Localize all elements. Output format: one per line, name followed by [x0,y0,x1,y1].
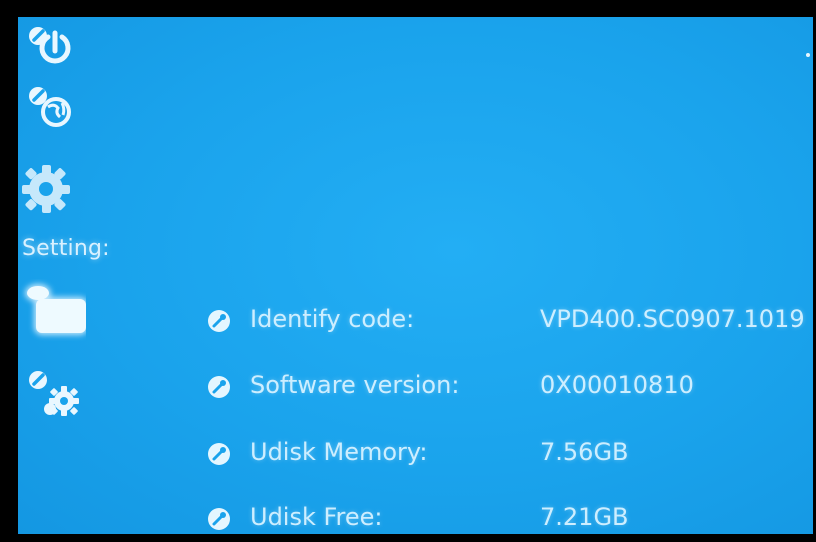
wrench-bullet-icon [208,443,230,465]
tools-gear-icon[interactable] [20,363,86,423]
info-row-identify-code: Identify code: VPD400.SC0907.1019 [204,301,813,341]
wrench-bullet-icon [208,310,230,332]
udisk-free-value: 7.21GB [540,503,629,531]
globe-icon[interactable] [20,81,86,141]
wrench-bullet-icon [208,508,230,530]
software-version-value: 0X00010810 [540,371,694,399]
power-icon[interactable] [20,21,86,81]
wrench-bullet-icon [208,376,230,398]
software-version-label: Software version: [250,371,460,399]
info-row-udisk-memory: Udisk Memory: 7.56GB [204,434,813,474]
info-row-udisk-free: Udisk Free: 7.21GB [204,499,813,534]
info-row-software-version: Software version: 0X00010810 [204,367,813,407]
gear-icon[interactable] [20,157,86,217]
udisk-memory-value: 7.56GB [540,438,629,466]
storage-icon[interactable] [20,279,86,345]
udisk-free-label: Udisk Free: [250,503,383,531]
identify-code-value: VPD400.SC0907.1019 [540,305,805,333]
setting-label: Setting: [22,236,110,261]
screen-dot [806,53,810,57]
udisk-memory-label: Udisk Memory: [250,438,428,466]
device-screen: Setting: Identify code: VPD400.SC0907.10… [18,17,813,534]
identify-code-label: Identify code: [250,305,415,333]
sidebar: Setting: [18,17,158,534]
